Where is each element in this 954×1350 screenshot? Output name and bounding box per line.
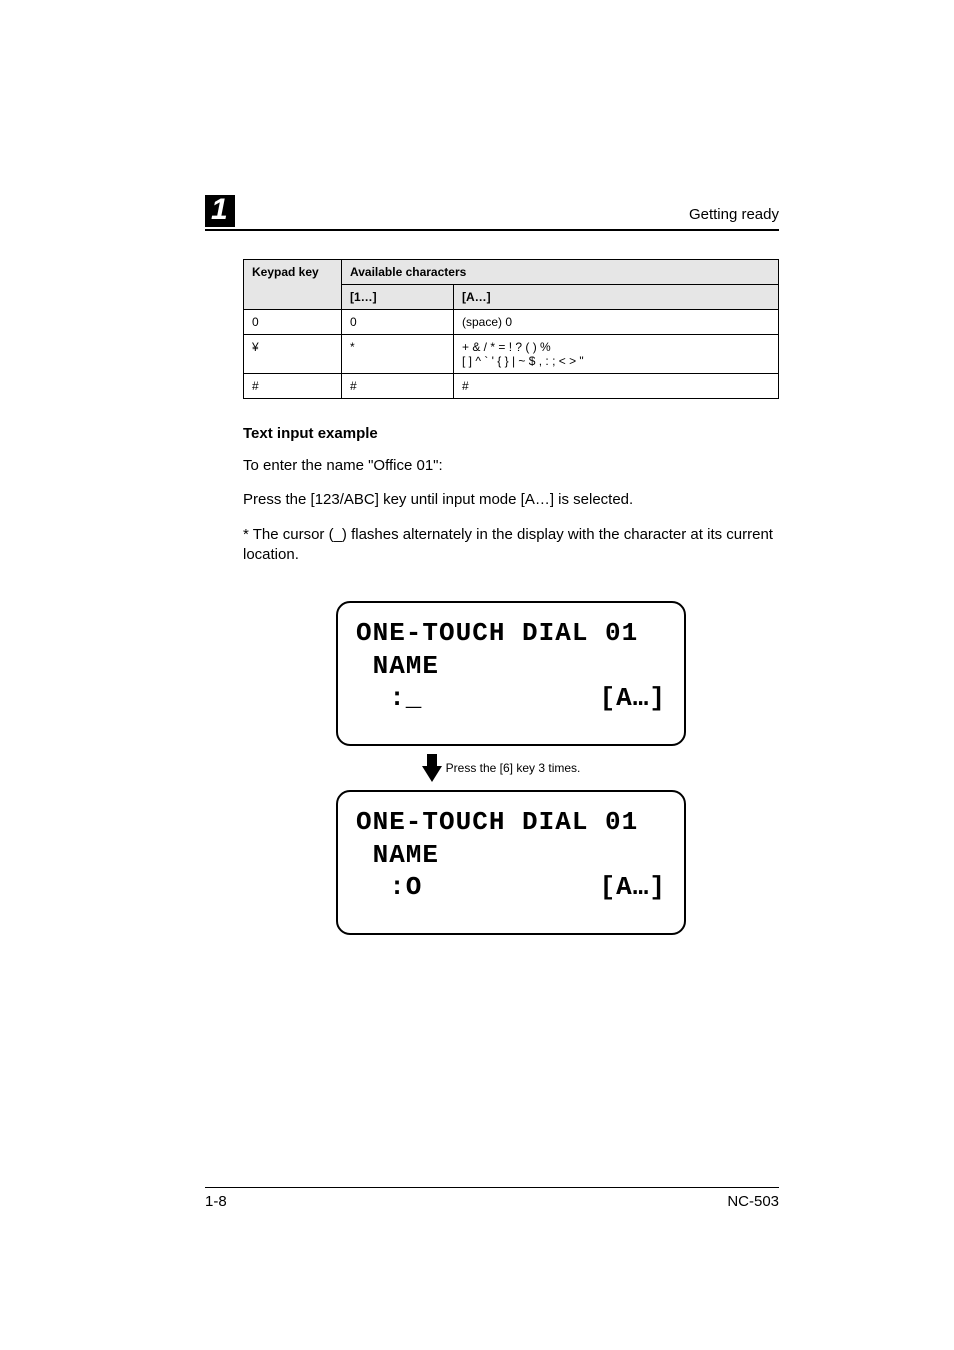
- arrow-caption: Press the [6] key 3 times.: [446, 761, 581, 775]
- lcd-mode-indicator: [A…]: [600, 871, 666, 904]
- paragraph: To enter the name "Office 01":: [243, 456, 779, 476]
- document-code: NC-503: [727, 1193, 779, 1210]
- lcd-line: ONE-TOUCH DIAL 01: [356, 617, 638, 650]
- lcd-display-1: ONE-TOUCH DIAL 01 NAME :_ [A…]: [336, 601, 686, 746]
- section-heading: Text input example: [243, 425, 779, 442]
- lcd-mode-indicator: [A…]: [600, 682, 666, 715]
- lcd-line: NAME: [356, 650, 439, 683]
- page-number: 1-8: [205, 1193, 227, 1210]
- paragraph: Press the [123/ABC] key until input mode…: [243, 490, 779, 510]
- arrow-down-icon: [427, 754, 437, 766]
- lcd-cursor-line: :_: [356, 682, 422, 715]
- lcd-line: ONE-TOUCH DIAL 01: [356, 806, 638, 839]
- th-num-mode: [1…]: [342, 285, 454, 310]
- flow-arrow: Press the [6] key 3 times.: [316, 754, 686, 782]
- page-header: 1 Getting ready: [205, 195, 779, 231]
- header-title: Getting ready: [689, 206, 779, 227]
- page-footer: 1-8 NC-503: [205, 1187, 779, 1210]
- th-alpha-mode: [A…]: [454, 285, 779, 310]
- table-row: # # #: [244, 374, 779, 399]
- chapter-number: 1: [205, 195, 235, 227]
- lcd-line: NAME: [356, 839, 439, 872]
- arrow-down-icon: [422, 766, 442, 782]
- th-keypad-key: Keypad key: [244, 260, 342, 310]
- characters-table: Keypad key Available characters [1…] [A……: [243, 259, 779, 399]
- table-row: 0 0 (space) 0: [244, 310, 779, 335]
- lcd-cursor-line: :O: [356, 871, 422, 904]
- th-available: Available characters: [342, 260, 779, 285]
- table-row: ¥ * + & / * = ! ? ( ) % [ ] ^ ` ' { } | …: [244, 335, 779, 374]
- paragraph: * The cursor (_) flashes alternately in …: [243, 525, 779, 566]
- lcd-display-2: ONE-TOUCH DIAL 01 NAME :O [A…]: [336, 790, 686, 935]
